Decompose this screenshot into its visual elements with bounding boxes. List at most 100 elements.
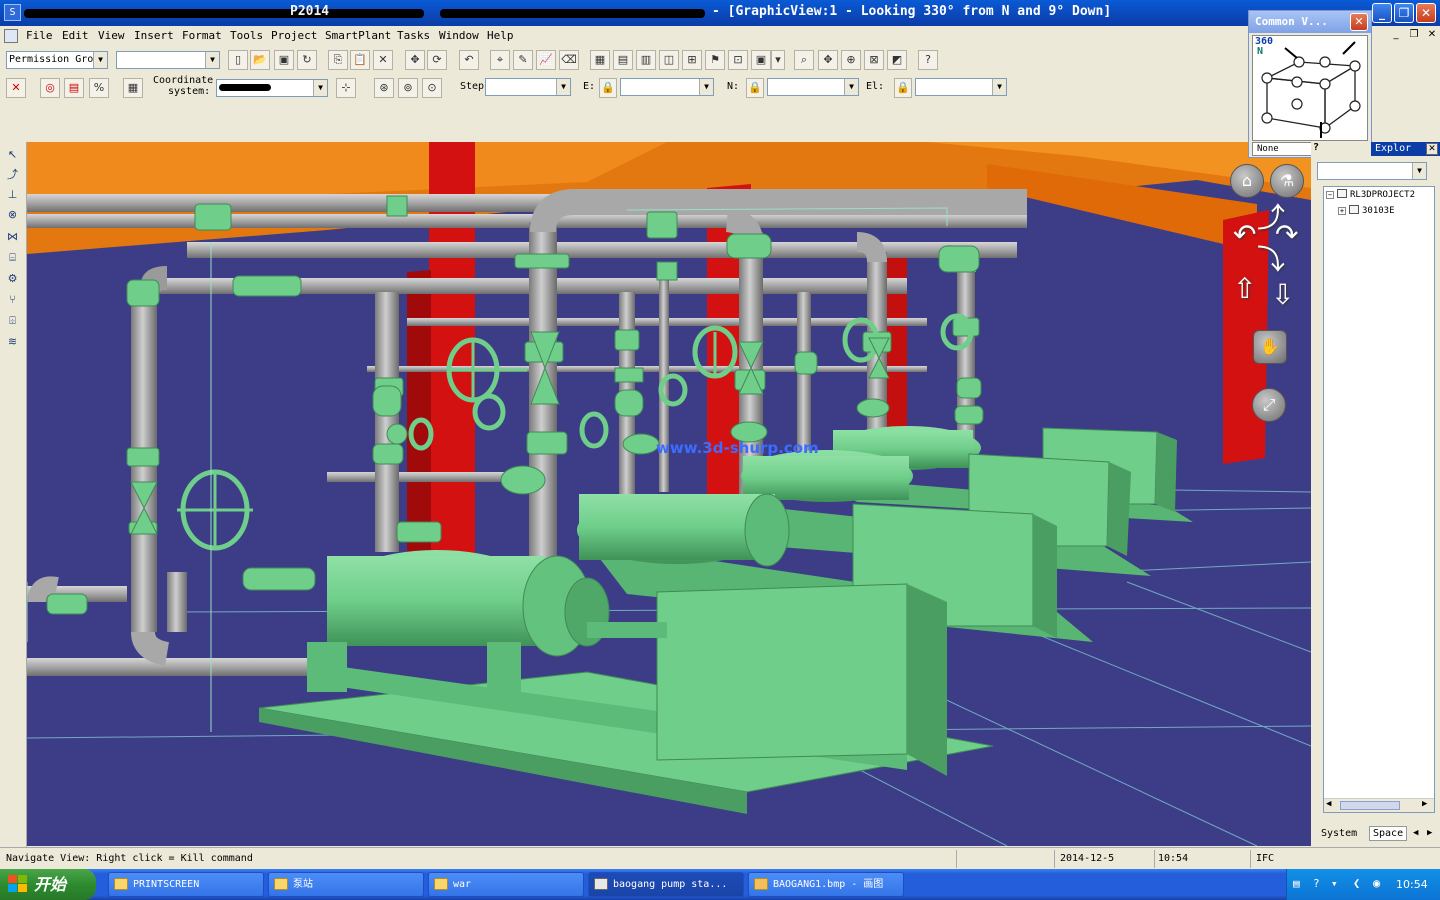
menu-format[interactable]: Format	[182, 29, 222, 42]
pan-icon[interactable]: ✥	[818, 50, 838, 70]
measure-icon[interactable]: ⌖	[490, 50, 510, 70]
spherical-icon[interactable]: ⊙	[422, 78, 442, 98]
fit-view-button[interactable]: ⤢	[1252, 388, 1286, 422]
zoom-icon[interactable]: ⌕	[794, 50, 814, 70]
permission-group-select[interactable]: Permission Gro ▼	[6, 51, 108, 69]
view-6-icon[interactable]: ⚑	[705, 50, 725, 70]
view-2-icon[interactable]: ▤	[613, 50, 633, 70]
insert-component-icon[interactable]: ⊥	[3, 186, 22, 204]
taskbar-item-baogang-pump[interactable]: baogang pump sta...	[588, 872, 744, 897]
insert-specialty-icon[interactable]: ⋈	[3, 228, 22, 246]
network-icon[interactable]: ◉	[1373, 876, 1380, 890]
select-filter-icon[interactable]: ◎	[40, 78, 60, 98]
select-arrow-icon[interactable]: ↖	[3, 146, 22, 164]
filter-icon[interactable]: ▤	[64, 78, 84, 98]
insert-tap-icon[interactable]: ⌸	[3, 249, 22, 267]
insert-instrument-icon[interactable]: ⊗	[3, 206, 22, 224]
refresh-icon[interactable]: ↻	[297, 50, 317, 70]
tree-node-root[interactable]: − RL3DPROJECT2	[1326, 189, 1415, 200]
view-4-icon[interactable]: ◫	[659, 50, 679, 70]
tab-scroll-left-icon[interactable]: ◀	[1413, 828, 1418, 838]
menu-window[interactable]: Window	[439, 29, 479, 42]
orbit-tool-button[interactable]: ⚗	[1270, 164, 1304, 198]
collapse-icon[interactable]: −	[1326, 191, 1334, 199]
eraser-icon[interactable]: ⌫	[559, 50, 579, 70]
mdi-close-button[interactable]: ✕	[1424, 28, 1440, 42]
fit-icon[interactable]: ⊠	[864, 50, 884, 70]
elevation-input[interactable]: ▼	[915, 78, 1007, 96]
insert-connection-icon[interactable]: ≋	[3, 333, 22, 351]
tolerance-icon[interactable]: %	[89, 78, 109, 98]
taskbar-item-printscreen[interactable]: PRINTSCREEN	[108, 872, 264, 897]
show-hidden-icon[interactable]: ❮	[1353, 876, 1360, 890]
tab-system[interactable]: System	[1321, 828, 1357, 839]
help-icon[interactable]: ?	[1313, 142, 1319, 153]
tree-node-child[interactable]: +30103E	[1338, 205, 1395, 216]
view-8-icon[interactable]: ▣	[751, 50, 771, 70]
axis-icon[interactable]: ⊹	[336, 78, 356, 98]
taskbar-item-pump-station[interactable]: 泵站	[268, 872, 424, 897]
scroll-thumb[interactable]	[1340, 801, 1400, 810]
rotate-icon[interactable]: ⟳	[427, 50, 447, 70]
taskbar-item-war[interactable]: war	[428, 872, 584, 897]
app-icon[interactable]: S	[4, 4, 21, 21]
open-icon[interactable]: 📂	[250, 50, 270, 70]
edit-icon[interactable]: ✎	[513, 50, 533, 70]
graph-icon[interactable]: 📈	[536, 50, 556, 70]
menu-tasks[interactable]: Tasks	[397, 29, 430, 42]
zoom-area-icon[interactable]: ⊕	[841, 50, 861, 70]
window-title-bar[interactable]: S P2014 - [GraphicView:1 - Looking 330° …	[0, 0, 1440, 26]
lock-el-icon[interactable]: 🔒	[894, 78, 912, 98]
common-views-icon[interactable]: ◩	[887, 50, 907, 70]
mdi-restore-button[interactable]: ❐	[1406, 28, 1422, 42]
explorer-filter-select[interactable]: ▼	[1317, 162, 1427, 180]
insert-support-icon[interactable]: ⚙	[3, 270, 22, 288]
view-1-icon[interactable]: ▦	[590, 50, 610, 70]
copy-icon[interactable]: ⎘	[328, 50, 348, 70]
active-combo-select[interactable]: ▼	[116, 51, 220, 69]
lock-e-icon[interactable]: 🔒	[599, 78, 617, 98]
menu-file[interactable]: File	[26, 29, 53, 42]
easting-input[interactable]: ▼	[620, 78, 714, 96]
properties-icon[interactable]: ▦	[123, 78, 143, 98]
step-select[interactable]: ▼	[485, 78, 571, 96]
menu-smartplant[interactable]: SmartPlant	[325, 29, 391, 42]
tab-space[interactable]: Space	[1369, 826, 1408, 841]
tab-scroll-right-icon[interactable]: ▶	[1427, 828, 1432, 838]
menu-tools[interactable]: Tools	[230, 29, 263, 42]
view-5-icon[interactable]: ⊞	[682, 50, 702, 70]
insert-split-icon[interactable]: ⑂	[3, 291, 22, 309]
menu-insert[interactable]: Insert	[134, 29, 174, 42]
rotate-left-icon[interactable]: ↶	[1233, 218, 1256, 251]
menu-help[interactable]: Help	[487, 29, 514, 42]
coordinate-system-select[interactable]: ▼	[216, 79, 328, 97]
graphic-view[interactable]: www.3d-shurp.com ⌂ ⚗ ⤴ ↶ ↷ ⤵ ⇧ ⇩ ✋ ⤢	[27, 142, 1311, 846]
new-icon[interactable]: ▯	[228, 50, 248, 70]
undo-icon[interactable]: ↶	[459, 50, 479, 70]
document-icon[interactable]	[4, 29, 18, 43]
scroll-left-icon[interactable]: ◀	[1326, 799, 1331, 809]
menu-edit[interactable]: Edit	[62, 29, 89, 42]
help-icon[interactable]: ?	[918, 50, 938, 70]
tray-arrow-icon[interactable]: ▾	[1331, 877, 1338, 890]
northing-input[interactable]: ▼	[767, 78, 859, 96]
move-icon[interactable]: ✥	[405, 50, 425, 70]
delete-icon[interactable]: ✕	[373, 50, 393, 70]
keyboard-icon[interactable]: ▤	[1293, 877, 1300, 890]
view-3-icon[interactable]: ▥	[636, 50, 656, 70]
paste-icon[interactable]: 📋	[350, 50, 370, 70]
explorer-tree[interactable]: − RL3DPROJECT2 +30103E ◀ ▶	[1323, 186, 1435, 813]
view-7-icon[interactable]: ⊡	[728, 50, 748, 70]
help-icon[interactable]: ?	[1313, 877, 1320, 890]
mdi-minimize-button[interactable]: _	[1388, 28, 1404, 42]
explorer-close-button[interactable]: ✕	[1426, 143, 1438, 155]
taskbar-item-paint[interactable]: BAOGANG1.bmp - 画图	[748, 872, 904, 897]
menu-project[interactable]: Project	[271, 29, 317, 42]
close-button[interactable]: ✕	[1416, 3, 1436, 23]
insert-spool-icon[interactable]: ⌹	[3, 312, 22, 330]
relative-icon[interactable]: ⊛	[374, 78, 394, 98]
clear-icon[interactable]: ✕	[6, 78, 26, 98]
home-view-button[interactable]: ⌂	[1230, 164, 1264, 198]
save-icon[interactable]: ▣	[274, 50, 294, 70]
expand-icon[interactable]: +	[1338, 207, 1346, 215]
